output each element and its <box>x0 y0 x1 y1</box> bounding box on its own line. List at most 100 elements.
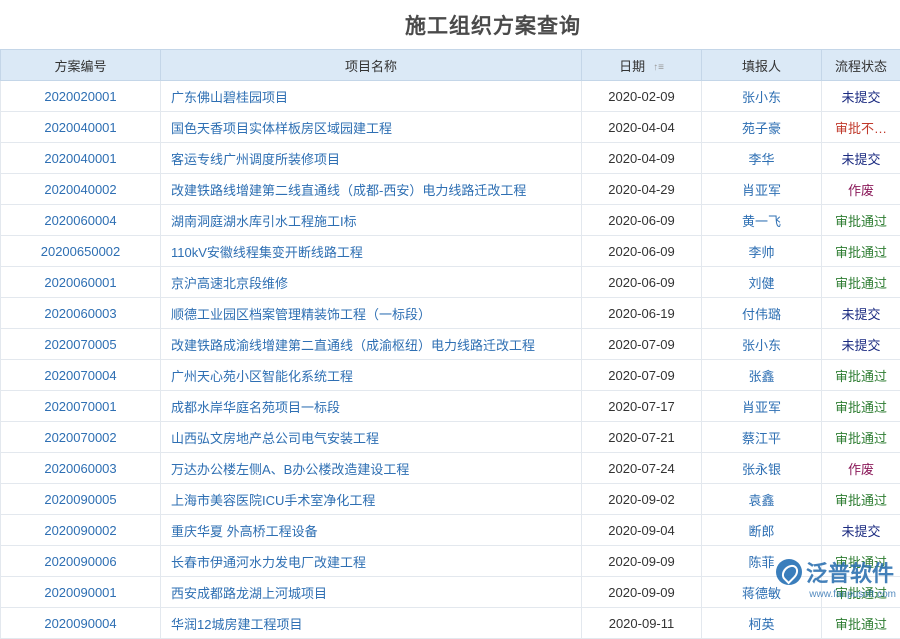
cell-date: 2020-04-04 <box>582 112 702 143</box>
cell-reporter: 李华 <box>702 143 822 174</box>
watermark-url: www.fanpusoft.com <box>809 589 896 600</box>
cell-project-name[interactable]: 华润12城房建工程项目 <box>161 608 582 639</box>
cell-project-name[interactable]: 京沪高速北京段维修 <box>161 267 582 298</box>
cell-plan-code[interactable]: 2020070005 <box>1 329 161 360</box>
cell-reporter: 张小东 <box>702 329 822 360</box>
cell-status: 作废 <box>822 174 900 205</box>
cell-plan-code[interactable]: 2020090005 <box>1 484 161 515</box>
cell-project-name[interactable]: 山西弘文房地产总公司电气安装工程 <box>161 422 582 453</box>
cell-project-name[interactable]: 长春市伊通河水力发电厂改建工程 <box>161 546 582 577</box>
table-row[interactable]: 2020020001广东佛山碧桂园项目2020-02-09张小东未提交 <box>1 81 900 112</box>
cell-plan-code[interactable]: 2020040001 <box>1 143 161 174</box>
cell-plan-code[interactable]: 2020040002 <box>1 174 161 205</box>
table-row[interactable]: 20200650002110kV安徽线程集变开断线路工程2020-06-09李帅… <box>1 236 900 267</box>
cell-plan-code[interactable]: 2020070001 <box>1 391 161 422</box>
table-row[interactable]: 2020040002改建铁路线增建第二线直通线（成都-西安）电力线路迁改工程20… <box>1 174 900 205</box>
table-row[interactable]: 2020090006长春市伊通河水力发电厂改建工程2020-09-09陈菲审批通… <box>1 546 900 577</box>
fanpu-logo-icon <box>776 559 802 585</box>
cell-reporter: 苑子豪 <box>702 112 822 143</box>
cell-reporter: 肖亚军 <box>702 174 822 205</box>
cell-reporter: 李帅 <box>702 236 822 267</box>
cell-status: 审批不… <box>822 112 900 143</box>
sort-icon[interactable]: ↑≡ <box>653 62 664 73</box>
cell-plan-code[interactable]: 2020060001 <box>1 267 161 298</box>
cell-status: 作废 <box>822 453 900 484</box>
cell-plan-code[interactable]: 2020060003 <box>1 298 161 329</box>
cell-project-name[interactable]: 顺德工业园区档案管理精装饰工程（一标段） <box>161 298 582 329</box>
cell-date: 2020-06-09 <box>582 267 702 298</box>
cell-status: 审批通过 <box>822 205 900 236</box>
column-header-code[interactable]: 方案编号 <box>1 50 161 81</box>
column-header-person[interactable]: 填报人 <box>702 50 822 81</box>
cell-plan-code[interactable]: 2020020001 <box>1 81 161 112</box>
cell-date: 2020-06-09 <box>582 205 702 236</box>
column-header-name[interactable]: 项目名称 <box>161 50 582 81</box>
cell-plan-code[interactable]: 2020040001 <box>1 112 161 143</box>
cell-date: 2020-07-24 <box>582 453 702 484</box>
cell-plan-code[interactable]: 2020070004 <box>1 360 161 391</box>
cell-project-name[interactable]: 改建铁路成渝线增建第二直通线（成渝枢纽）电力线路迁改工程 <box>161 329 582 360</box>
cell-date: 2020-04-29 <box>582 174 702 205</box>
cell-project-name[interactable]: 广州天心苑小区智能化系统工程 <box>161 360 582 391</box>
cell-plan-code[interactable]: 2020090004 <box>1 608 161 639</box>
watermark-logo: 泛普软件 <box>776 556 894 588</box>
cell-date: 2020-06-09 <box>582 236 702 267</box>
cell-date: 2020-02-09 <box>582 81 702 112</box>
cell-project-name[interactable]: 上海市美容医院ICU手术室净化工程 <box>161 484 582 515</box>
cell-status: 未提交 <box>822 81 900 112</box>
cell-date: 2020-07-17 <box>582 391 702 422</box>
cell-status: 审批通过 <box>822 267 900 298</box>
cell-reporter: 张永银 <box>702 453 822 484</box>
table-row[interactable]: 2020090004华润12城房建工程项目2020-09-11柯英审批通过 <box>1 608 900 639</box>
table-row[interactable]: 2020070005改建铁路成渝线增建第二直通线（成渝枢纽）电力线路迁改工程20… <box>1 329 900 360</box>
table-row[interactable]: 2020060003万达办公楼左侧A、B办公楼改造建设工程2020-07-24张… <box>1 453 900 484</box>
table-row[interactable]: 2020090001西安成都路龙湖上河城项目2020-09-09蒋德敏审批通过 <box>1 577 900 608</box>
table-row[interactable]: 2020070002山西弘文房地产总公司电气安装工程2020-07-21蔡江平审… <box>1 422 900 453</box>
cell-status: 未提交 <box>822 298 900 329</box>
cell-project-name[interactable]: 西安成都路龙湖上河城项目 <box>161 577 582 608</box>
title-bar: 施工组织方案查询 <box>0 0 900 49</box>
cell-status: 审批通过 <box>822 360 900 391</box>
cell-date: 2020-07-21 <box>582 422 702 453</box>
table-row[interactable]: 2020040001客运专线广州调度所装修项目2020-04-09李华未提交 <box>1 143 900 174</box>
cell-project-name[interactable]: 广东佛山碧桂园项目 <box>161 81 582 112</box>
cell-reporter: 刘健 <box>702 267 822 298</box>
cell-status: 未提交 <box>822 515 900 546</box>
column-header-status[interactable]: 流程状态 <box>822 50 900 81</box>
cell-reporter: 黄一飞 <box>702 205 822 236</box>
table-row[interactable]: 2020090002重庆华夏 外高桥工程设备2020-09-04断郎未提交 <box>1 515 900 546</box>
cell-plan-code[interactable]: 2020090002 <box>1 515 161 546</box>
cell-reporter: 袁鑫 <box>702 484 822 515</box>
cell-status: 审批通过 <box>822 484 900 515</box>
table-row[interactable]: 2020070004广州天心苑小区智能化系统工程2020-07-09张鑫审批通过 <box>1 360 900 391</box>
cell-plan-code[interactable]: 2020060004 <box>1 205 161 236</box>
table-row[interactable]: 2020070001成都水岸华庭名苑项目一标段2020-07-17肖亚军审批通过 <box>1 391 900 422</box>
cell-project-name[interactable]: 重庆华夏 外高桥工程设备 <box>161 515 582 546</box>
cell-plan-code[interactable]: 2020090001 <box>1 577 161 608</box>
cell-plan-code[interactable]: 2020090006 <box>1 546 161 577</box>
cell-plan-code[interactable]: 2020070002 <box>1 422 161 453</box>
table-row[interactable]: 2020040001国色天香项目实体样板房区域园建工程2020-04-04苑子豪… <box>1 112 900 143</box>
cell-project-name[interactable]: 成都水岸华庭名苑项目一标段 <box>161 391 582 422</box>
cell-project-name[interactable]: 改建铁路线增建第二线直通线（成都-西安）电力线路迁改工程 <box>161 174 582 205</box>
cell-project-name[interactable]: 万达办公楼左侧A、B办公楼改造建设工程 <box>161 453 582 484</box>
cell-project-name[interactable]: 湖南洞庭湖水库引水工程施工I标 <box>161 205 582 236</box>
cell-project-name[interactable]: 客运专线广州调度所装修项目 <box>161 143 582 174</box>
cell-plan-code[interactable]: 2020060003 <box>1 453 161 484</box>
table-row[interactable]: 2020060003顺德工业园区档案管理精装饰工程（一标段）2020-06-19… <box>1 298 900 329</box>
watermark-text: 泛普软件 <box>806 556 894 588</box>
cell-status: 审批通过 <box>822 236 900 267</box>
column-header-date[interactable]: 日期↑≡ <box>582 50 702 81</box>
table-row[interactable]: 2020090005上海市美容医院ICU手术室净化工程2020-09-02袁鑫审… <box>1 484 900 515</box>
cell-date: 2020-09-09 <box>582 577 702 608</box>
table-row[interactable]: 2020060004湖南洞庭湖水库引水工程施工I标2020-06-09黄一飞审批… <box>1 205 900 236</box>
cell-date: 2020-07-09 <box>582 329 702 360</box>
table-body: 2020020001广东佛山碧桂园项目2020-02-09张小东未提交20200… <box>1 81 900 639</box>
cell-status: 未提交 <box>822 143 900 174</box>
table-row[interactable]: 2020060001京沪高速北京段维修2020-06-09刘健审批通过 <box>1 267 900 298</box>
cell-plan-code[interactable]: 20200650002 <box>1 236 161 267</box>
plan-table: 方案编号 项目名称 日期↑≡ 填报人 流程状态 2020020001广东佛山碧桂… <box>0 49 900 639</box>
cell-date: 2020-07-09 <box>582 360 702 391</box>
cell-project-name[interactable]: 国色天香项目实体样板房区域园建工程 <box>161 112 582 143</box>
cell-project-name[interactable]: 110kV安徽线程集变开断线路工程 <box>161 236 582 267</box>
